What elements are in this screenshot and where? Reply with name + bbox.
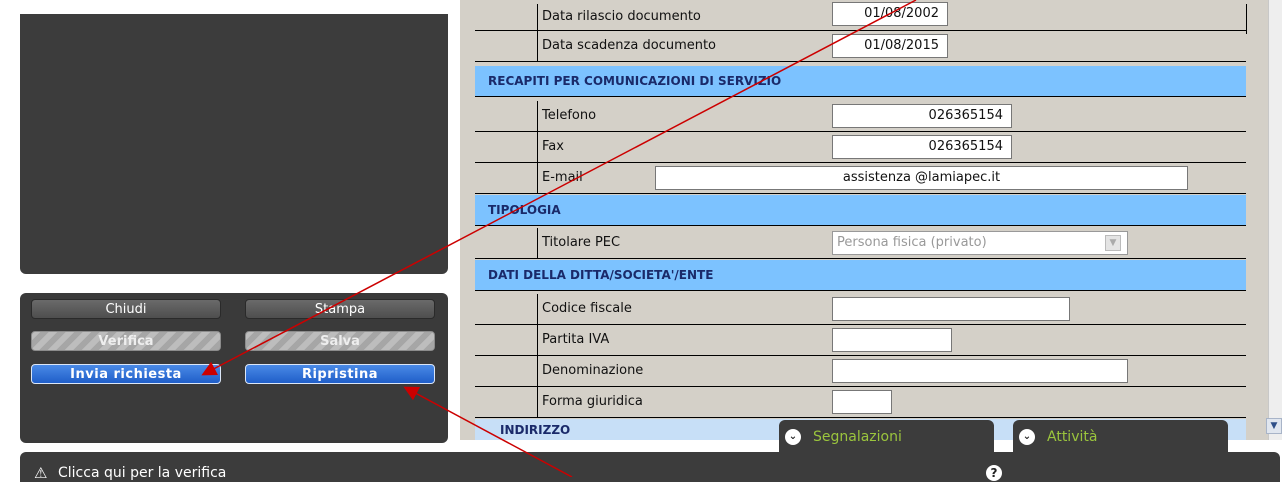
annotation-arrows [201,0,917,477]
annotation-arrow-send [201,0,917,376]
annotation-arrow-reset [403,386,573,477]
